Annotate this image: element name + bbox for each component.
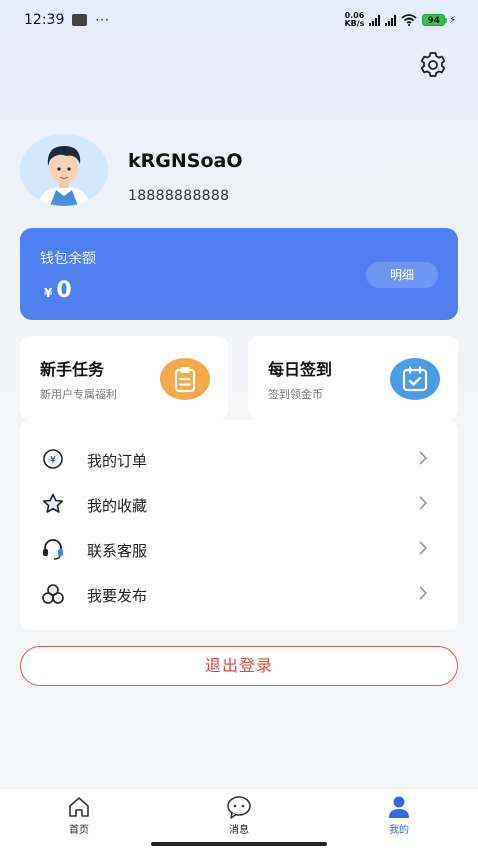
phone-number: 18888888888: [128, 188, 230, 204]
tab-home[interactable]: 首页: [49, 795, 109, 837]
menu-item-customer-service[interactable]: 联系客服: [20, 526, 458, 570]
tab-label: 消息: [229, 825, 249, 836]
battery-icon: 94 ⚡: [422, 14, 456, 26]
menu-item-my-orders[interactable]: ¥ 我的订单: [20, 436, 458, 480]
daily-signin-card[interactable]: 每日签到 签到领金币: [248, 336, 458, 420]
cellular-signal-2-icon: [385, 14, 397, 26]
tab-messages[interactable]: 消息: [209, 795, 269, 837]
home-indicator: [151, 842, 327, 846]
profile-header: [20, 134, 108, 206]
yuan-coin-icon: ¥: [43, 449, 63, 469]
user-icon: [389, 796, 409, 818]
menu-list: ¥ 我的订单 我的收藏 联系客服 我要发布: [20, 420, 458, 630]
headset-icon: [43, 539, 63, 560]
wifi-icon: [401, 14, 418, 26]
more-notifications-indicator: ···: [95, 13, 110, 27]
balance-value: 0: [56, 278, 72, 303]
gear-icon[interactable]: [418, 50, 448, 80]
status-bar: 12:39 ··· 0.06 KB/s 94 ⚡: [0, 0, 478, 40]
svg-text:¥: ¥: [50, 456, 56, 466]
cellular-signal-icon: [369, 14, 381, 26]
card-subtitle: 新用户专属福利: [40, 388, 117, 401]
tab-label: 首页: [69, 825, 89, 836]
chevron-right-icon: [419, 451, 428, 465]
wallet-label: 钱包余额: [40, 251, 96, 267]
chevron-right-icon: [419, 496, 428, 510]
menu-item-label: 我的订单: [87, 452, 148, 470]
newbie-task-card[interactable]: 新手任务 新用户专属福利: [20, 336, 228, 420]
tab-mine[interactable]: 我的: [369, 795, 429, 837]
wallet-card[interactable]: 钱包余额 ¥ 0 明细: [20, 228, 458, 320]
charging-icon: ⚡: [448, 14, 456, 26]
calendar-check-icon: [390, 358, 440, 400]
card-title: 每日签到: [268, 360, 333, 379]
card-title: 新手任务: [40, 360, 105, 379]
three-circles-icon: [42, 584, 64, 604]
star-icon: [42, 493, 64, 513]
menu-item-label: 我的收藏: [87, 497, 148, 515]
network-speed: 0.06 KB/s: [344, 12, 364, 28]
home-icon: [69, 797, 89, 817]
status-bar-left: 12:39 ···: [24, 12, 110, 28]
wallet-balance: ¥ 0: [44, 278, 72, 303]
menu-item-my-favorites[interactable]: 我的收藏: [20, 481, 458, 525]
wallet-detail-button[interactable]: 明细: [366, 262, 438, 288]
clipboard-icon: [160, 358, 210, 400]
logout-button[interactable]: 退出登录: [20, 646, 458, 686]
menu-item-label: 联系客服: [87, 542, 148, 560]
tab-label: 我的: [389, 825, 409, 836]
notification-app-icon: [72, 14, 88, 26]
clock: 12:39: [24, 12, 65, 28]
avatar[interactable]: [20, 134, 108, 206]
battery-level: 94: [422, 14, 445, 26]
chat-bubble-icon: [227, 796, 251, 819]
chevron-right-icon: [419, 586, 428, 600]
menu-item-publish[interactable]: 我要发布: [20, 571, 458, 615]
status-bar-right: 0.06 KB/s 94 ⚡: [344, 12, 456, 28]
currency-symbol: ¥: [44, 286, 53, 300]
avatar-illustration: [20, 134, 108, 206]
bottom-tab-bar: 首页 消息 我的: [0, 788, 478, 850]
network-speed-unit: KB/s: [344, 19, 365, 28]
chevron-right-icon: [419, 541, 428, 555]
card-subtitle: 签到领金币: [268, 388, 323, 401]
menu-item-label: 我要发布: [87, 587, 148, 605]
username: kRGNSoaO: [128, 150, 243, 172]
